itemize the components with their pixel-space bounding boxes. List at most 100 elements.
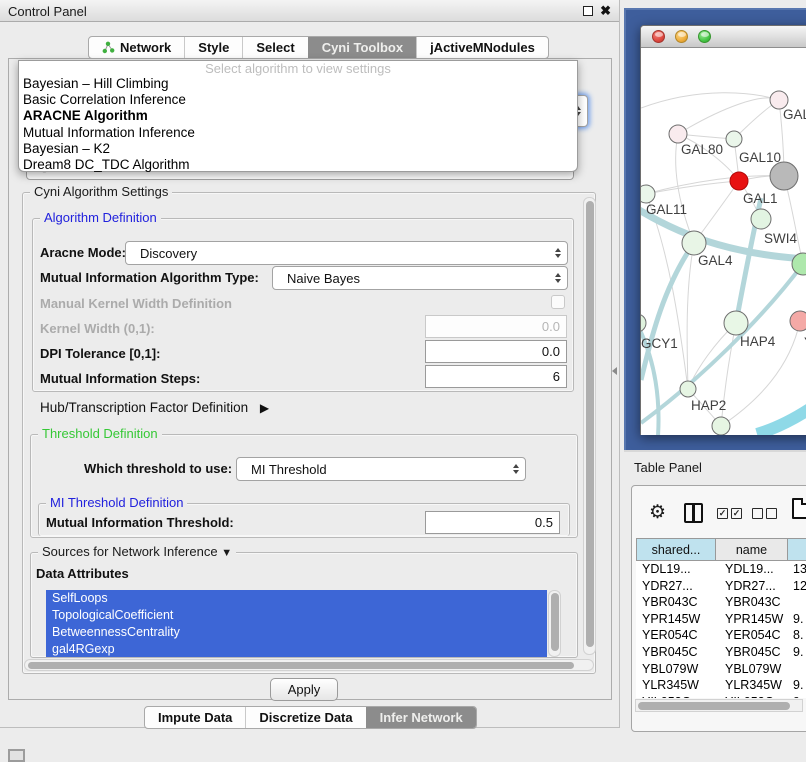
network-view-window: GALGAL80GAL10GAL1GAL11SWI4GAL4GCY1HAP4YH… [640,25,806,435]
gear-icon[interactable]: ⚙ [649,501,666,524]
algorithm-option[interactable]: Bayesian – K2 [19,141,577,157]
table-cell: YER054C [642,628,698,642]
window-minimize-icon[interactable] [675,30,688,43]
algorithm-option[interactable]: Bayesian – Hill Climbing [19,76,577,92]
network-window-titlebar[interactable] [641,26,806,48]
settings-vertical-scrollbar[interactable] [583,197,596,655]
table-row[interactable]: YDL19...YDL19...13 [636,561,806,578]
network-node-gal10[interactable] [726,131,742,147]
tab-cyni-toolbox[interactable]: Cyni Toolbox [308,37,416,58]
tab-label: Infer Network [380,710,463,725]
table-cell: YDL19... [642,562,691,576]
tab-impute-data[interactable]: Impute Data [145,707,245,728]
table-row[interactable]: YBL079WYBL079W [636,661,806,678]
tab-select[interactable]: Select [242,37,307,58]
network-node-hap2[interactable] [680,381,696,397]
float-panel-icon[interactable] [583,6,593,16]
network-node-gal4[interactable] [682,231,706,255]
table-rows: YDL19...YDL19...13YDR27...YDR27...12YBR0… [636,561,806,698]
mi-threshold-title: MI Threshold Definition [46,495,187,510]
table-row[interactable]: YLR345WYLR345W9. [636,677,806,694]
table-cell: YDR27... [725,579,776,593]
network-canvas[interactable]: GALGAL80GAL10GAL1GAL11SWI4GAL4GCY1HAP4YH… [641,48,806,435]
minimized-panel-icon[interactable] [8,749,25,762]
tab-infer-network[interactable]: Infer Network [366,707,476,728]
table-cell: 9. [793,645,803,659]
aracne-mode-combobox[interactable]: Discovery [125,241,568,265]
algorithm-option[interactable]: ARACNE Algorithm [19,108,577,124]
algorithm-option[interactable]: Dream8 DC_TDC Algorithm [19,157,577,173]
table-row[interactable]: YER054CYER054C8. [636,627,806,644]
network-edge[interactable] [678,98,779,134]
table-header-row: shared...nameA [636,538,806,561]
network-edge[interactable] [641,93,779,108]
mi-steps-field[interactable]: 6 [425,365,567,388]
unchecked-box-icon[interactable] [766,508,777,519]
attribute-list-item[interactable]: SelfLoops [46,590,547,607]
columns-icon[interactable] [684,503,703,523]
mi-type-combobox[interactable]: Naive Bayes [272,266,568,290]
window-zoom-icon[interactable] [698,30,711,43]
algorithm-definition-title: Algorithm Definition [40,210,161,225]
tab-label: Style [198,40,229,55]
combo-arrows-icon [513,458,519,480]
kernel-width-field[interactable]: 0.0 [425,315,567,338]
algorithm-option[interactable]: Mutual Information Inference [19,125,577,141]
network-node-swi4[interactable] [751,209,771,229]
checked-box-icon[interactable]: ✓ [731,508,742,519]
data-attributes-list[interactable]: SelfLoopsTopologicalCoefficientBetweenne… [46,590,547,657]
network-node[interactable] [712,417,730,435]
network-node[interactable] [770,162,798,190]
attributes-scrollbar[interactable] [548,590,561,657]
table-cell: YBR045C [725,645,781,659]
attribute-list-item[interactable]: TopologicalCoefficient [46,607,547,624]
tab-label: Impute Data [158,710,232,725]
network-edge[interactable] [687,243,694,389]
column-header-shared[interactable]: shared... [636,538,716,561]
control-panel-tabs: Network Style SelectCyni ToolboxjActiveMNo… [88,36,549,59]
table-row[interactable]: YBR043CYBR043C [636,594,806,611]
apply-button[interactable]: Apply [270,678,338,701]
table-row[interactable]: YIL052CYIL052C9 [636,694,806,698]
settings-horizontal-scrollbar[interactable] [24,659,594,671]
table-cell: 12 [793,579,806,593]
network-node-hap4[interactable] [724,311,748,335]
network-node-gal11[interactable] [641,185,655,203]
table-cell: 13 [793,562,806,576]
network-node-gal80[interactable] [669,125,687,143]
collapse-down-icon[interactable]: ▼ [221,547,232,559]
network-node-gal1[interactable] [730,172,748,190]
column-header-a[interactable]: A [788,538,806,561]
table-panel-divider [624,450,806,452]
network-node-gcy1[interactable] [641,314,646,332]
table-row[interactable]: YBR045CYBR045C9. [636,644,806,661]
dpi-tolerance-field[interactable]: 0.0 [425,340,567,363]
panel-splitter-handle-icon[interactable] [612,367,617,375]
mi-type-value: Naive Bayes [287,271,360,286]
hub-definition-expander[interactable]: Hub/Transcription Factor Definition ▶ [40,400,269,415]
mi-threshold-field[interactable]: 0.5 [425,511,560,534]
attribute-list-item[interactable]: gal4RGexp [46,641,547,657]
combo-arrows-icon [555,267,561,289]
table-row[interactable]: YDR27...YDR27...12 [636,578,806,595]
column-header-name[interactable]: name [716,538,788,561]
attribute-list-item[interactable]: BetweennessCentrality [46,624,547,641]
checked-box-icon[interactable]: ✓ [717,508,728,519]
tab-network[interactable]: Network [89,37,184,58]
table-row[interactable]: YPR145WYPR145W9. [636,611,806,628]
table-cell: YPR145W [725,612,783,626]
network-node-y[interactable] [790,311,806,331]
unchecked-box-icon[interactable] [752,508,763,519]
which-threshold-combobox[interactable]: MI Threshold [236,457,526,481]
manual-kernel-checkbox[interactable] [551,295,565,309]
network-edge[interactable] [757,386,806,434]
algorithm-option[interactable]: Basic Correlation Inference [19,92,577,108]
close-icon[interactable]: ✖ [600,3,611,19]
tab-jactivemnodules[interactable]: jActiveMNodules [416,37,548,58]
table-horizontal-scrollbar[interactable] [635,699,803,712]
tab-style[interactable]: Style [184,37,242,58]
dpi-tolerance-label: DPI Tolerance [0,1]: [40,346,160,361]
tab-discretize-data[interactable]: Discretize Data [245,707,365,728]
window-close-icon[interactable] [652,30,665,43]
new-table-icon[interactable] [792,498,806,519]
